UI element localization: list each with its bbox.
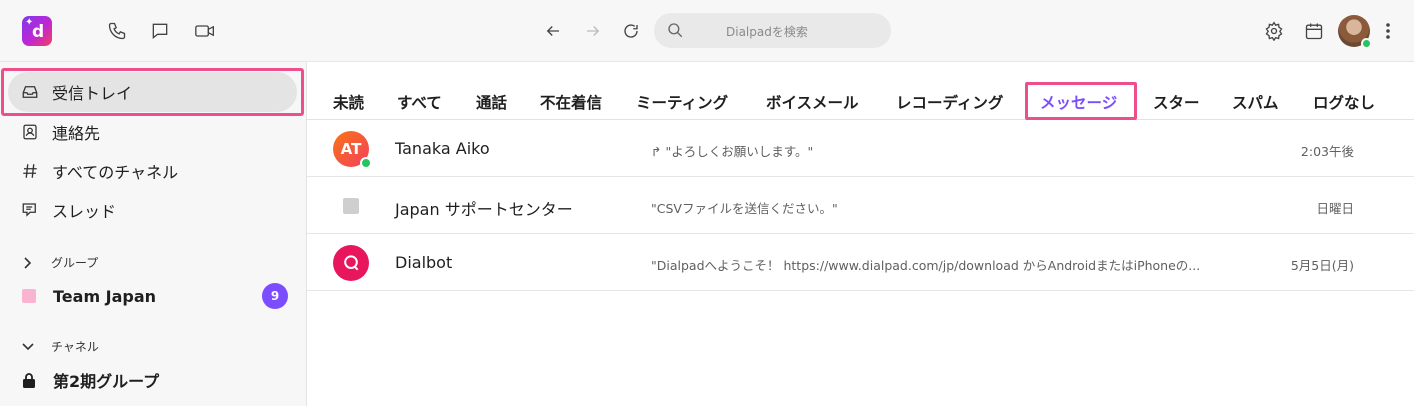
calendar-icon[interactable] bbox=[1302, 19, 1326, 43]
message-preview: ↱ "よろしくお願いします。" bbox=[651, 144, 814, 159]
logo-letter: d bbox=[32, 22, 45, 42]
contact-name: Dialbot bbox=[395, 253, 453, 272]
sidebar-item-label: 連絡先 bbox=[52, 124, 101, 143]
chevron-down-icon bbox=[22, 342, 36, 352]
group-label: Team Japan bbox=[53, 286, 157, 306]
tab-missed-calls[interactable]: 不在着信 bbox=[540, 91, 602, 113]
sidebar-item-label: スレッド bbox=[52, 202, 117, 221]
team-color-swatch bbox=[22, 289, 36, 303]
message-preview: "CSVファイルを送信ください。" bbox=[651, 201, 838, 216]
video-icon[interactable] bbox=[193, 19, 217, 43]
contact-name: Japan サポートセンター bbox=[395, 200, 573, 219]
user-avatar[interactable] bbox=[1338, 15, 1372, 49]
sidebar-item-all-channels[interactable]: すべてのチャネル bbox=[20, 159, 178, 183]
sidebar-item-label: 受信トレイ bbox=[52, 84, 133, 103]
hash-icon bbox=[20, 161, 40, 181]
forward-arrow-icon[interactable] bbox=[581, 19, 605, 43]
inbox-tabs: 未読 すべて 通話 不在着信 ミーティング ボイスメール レコーディング メッセ… bbox=[307, 62, 1414, 120]
sidebar-item-channel[interactable]: 第2期グループ bbox=[20, 368, 159, 392]
sidebar-item-team-japan[interactable]: Team Japan bbox=[20, 284, 156, 308]
search-icon bbox=[666, 21, 684, 43]
inbox-icon bbox=[20, 82, 40, 102]
message-time: 日曜日 bbox=[1316, 201, 1354, 216]
reply-arrow-icon: ↱ bbox=[651, 144, 662, 159]
channels-section-label: チャネル bbox=[51, 340, 99, 354]
more-icon[interactable] bbox=[1376, 19, 1400, 43]
tab-all[interactable]: すべて bbox=[397, 91, 442, 113]
group-avatar bbox=[333, 188, 369, 224]
search-bar[interactable]: Dialpadを検索 bbox=[654, 13, 891, 48]
tab-no-log[interactable]: ログなし bbox=[1313, 91, 1375, 113]
conversation-row[interactable]: AT Tanaka Aiko ↱ "よろしくお願いします。" 2:03午後 bbox=[307, 120, 1414, 177]
threads-icon bbox=[20, 200, 40, 220]
tab-meetings[interactable]: ミーティング bbox=[636, 91, 728, 113]
contacts-icon bbox=[20, 122, 40, 142]
groups-section-label: グループ bbox=[51, 256, 99, 270]
avatar-initials: AT bbox=[340, 140, 362, 158]
groups-section-header[interactable]: グループ bbox=[22, 254, 98, 271]
sidebar-item-inbox[interactable]: 受信トレイ bbox=[20, 80, 132, 104]
tab-calls[interactable]: 通話 bbox=[476, 91, 507, 113]
lock-icon bbox=[22, 370, 36, 390]
tab-spam[interactable]: スパム bbox=[1232, 91, 1279, 113]
chevron-right-icon bbox=[22, 256, 36, 269]
message-preview: "Dialpadへようこそ！ https://www.dialpad.com/j… bbox=[651, 258, 1201, 273]
contact-avatar: AT bbox=[333, 131, 372, 169]
chat-icon[interactable] bbox=[148, 19, 172, 43]
unread-count-badge: 9 bbox=[262, 283, 288, 309]
phone-icon[interactable] bbox=[105, 19, 129, 43]
contact-name: Tanaka Aiko bbox=[395, 139, 490, 158]
sidebar: 受信トレイ 連絡先 すべてのチャネル スレッド グループ Team Japan … bbox=[0, 62, 307, 406]
settings-icon[interactable] bbox=[1262, 19, 1286, 43]
online-status-dot bbox=[360, 157, 372, 169]
channels-section-header[interactable]: チャネル bbox=[22, 338, 99, 355]
placeholder-square-icon bbox=[343, 198, 359, 214]
tab-unread[interactable]: 未読 bbox=[333, 91, 364, 113]
tab-starred[interactable]: スター bbox=[1153, 91, 1200, 113]
sidebar-item-contacts[interactable]: 連絡先 bbox=[20, 120, 100, 144]
back-arrow-icon[interactable] bbox=[541, 19, 565, 43]
top-bar: ✦ d Dialpadを検索 bbox=[0, 0, 1414, 62]
conversation-row[interactable]: Japan サポートセンター "CSVファイルを送信ください。" 日曜日 bbox=[307, 177, 1414, 234]
channel-label: 第2期グループ bbox=[53, 372, 160, 391]
sidebar-item-threads[interactable]: スレッド bbox=[20, 198, 116, 222]
refresh-icon[interactable] bbox=[619, 19, 643, 43]
dialbot-icon bbox=[344, 255, 359, 271]
dialpad-logo[interactable]: ✦ d bbox=[22, 16, 52, 46]
sidebar-item-label: すべてのチャネル bbox=[52, 163, 179, 182]
messages-tab-highlight bbox=[1025, 82, 1137, 120]
tab-recordings[interactable]: レコーディング bbox=[896, 91, 1003, 113]
tab-voicemail[interactable]: ボイスメール bbox=[766, 91, 859, 113]
conversation-row[interactable]: Dialbot "Dialpadへようこそ！ https://www.dialp… bbox=[307, 234, 1414, 291]
search-placeholder: Dialpadを検索 bbox=[726, 25, 808, 39]
message-time: 2:03午後 bbox=[1300, 144, 1354, 159]
presence-dot bbox=[1361, 38, 1372, 49]
dialbot-avatar bbox=[333, 245, 369, 281]
message-time: 5月5日(月) bbox=[1290, 258, 1354, 273]
